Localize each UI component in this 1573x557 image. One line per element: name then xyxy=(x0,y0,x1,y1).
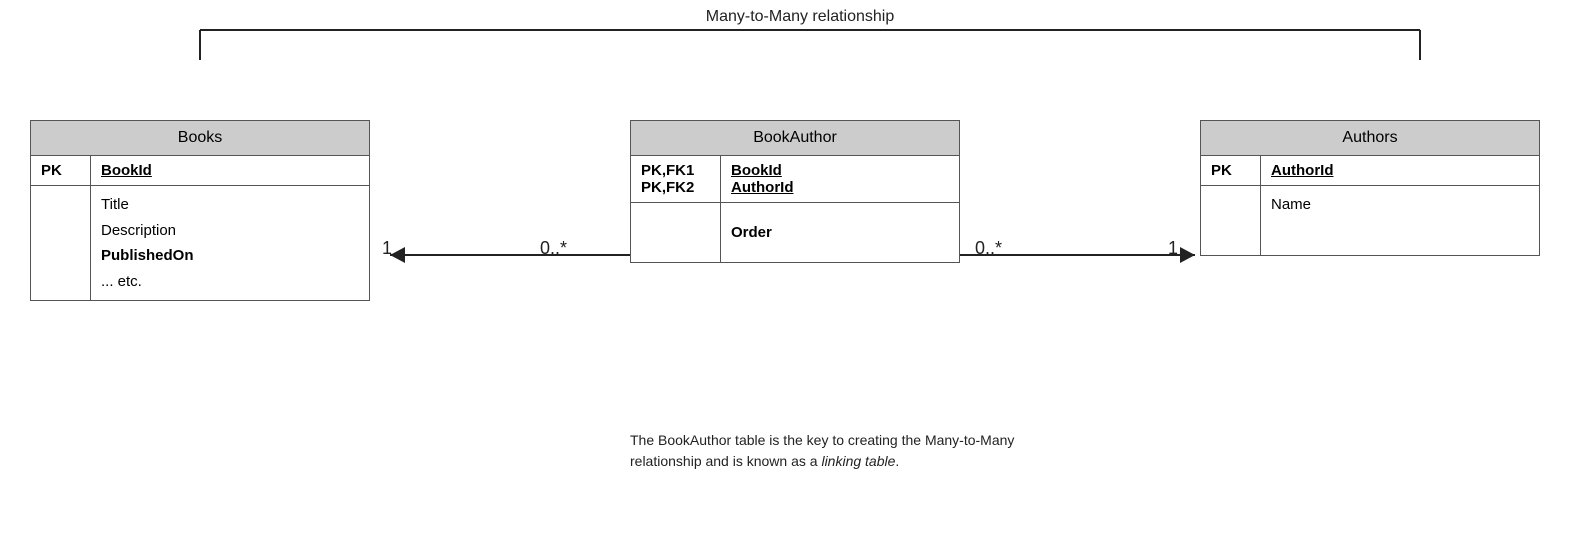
annotation-italic: linking table xyxy=(821,453,895,469)
bookid-authorid-cell: BookId AuthorId xyxy=(721,156,960,203)
diagram-container: Many-to-Many relationship Books PK BookI… xyxy=(0,0,1573,557)
table-row: Title Description PublishedOn ... etc. xyxy=(31,186,370,301)
cardinality-bookauthor-left: 0..* xyxy=(540,238,567,259)
annotation-line2: relationship and is known as a xyxy=(630,453,821,469)
authorid-main-field: AuthorId xyxy=(1271,162,1333,179)
table-row: Name xyxy=(1201,186,1540,256)
authorid-field: AuthorId xyxy=(731,179,793,196)
description-field: Description xyxy=(101,222,176,239)
relationship-label: Many-to-Many relationship xyxy=(600,8,1000,26)
bookauthor-table: BookAuthor PK,FK1 PK,FK2 BookId AuthorId… xyxy=(630,120,960,263)
annotation-line1: The BookAuthor table is the key to creat… xyxy=(630,432,1014,448)
authorid-main-cell: AuthorId xyxy=(1261,156,1540,186)
table-row: PK BookId xyxy=(31,156,370,186)
bookauthor-bookid-field: BookId xyxy=(731,162,782,179)
table-row: PK,FK1 PK,FK2 BookId AuthorId xyxy=(631,156,960,203)
annotation-text: The BookAuthor table is the key to creat… xyxy=(630,430,1230,472)
pk-fk1-label: PK,FK1 xyxy=(641,162,694,179)
cardinality-bookauthor-right: 0..* xyxy=(975,238,1002,259)
pk-label: PK xyxy=(41,162,62,179)
order-cell: Order xyxy=(721,203,960,263)
books-fields-cell: Title Description PublishedOn ... etc. xyxy=(91,186,370,301)
table-row: Order xyxy=(631,203,960,263)
empty-cell xyxy=(31,186,91,301)
books-header: Books xyxy=(31,121,370,156)
bookid-cell: BookId xyxy=(91,156,370,186)
name-cell: Name xyxy=(1261,186,1540,256)
table-row: PK AuthorId xyxy=(1201,156,1540,186)
order-field: Order xyxy=(731,224,772,241)
pk-cell-authors: PK xyxy=(1201,156,1261,186)
etc-field: ... etc. xyxy=(101,273,142,290)
empty-cell2 xyxy=(631,203,721,263)
bookid-field: BookId xyxy=(101,162,152,179)
books-table: Books PK BookId Title Description Publis… xyxy=(30,120,370,301)
empty-cell-authors xyxy=(1201,186,1261,256)
cardinality-authors-left: 1 xyxy=(1168,238,1178,259)
authors-table: Authors PK AuthorId Name xyxy=(1200,120,1540,256)
cardinality-books-right: 1 xyxy=(382,238,392,259)
authors-header: Authors xyxy=(1201,121,1540,156)
publishedon-field: PublishedOn xyxy=(101,247,194,264)
pk-label-authors: PK xyxy=(1211,162,1232,179)
annotation-line2-end: . xyxy=(895,453,899,469)
title-field: Title xyxy=(101,196,129,213)
pk-fk-cell: PK,FK1 PK,FK2 xyxy=(631,156,721,203)
pk-cell: PK xyxy=(31,156,91,186)
name-field: Name xyxy=(1271,196,1311,213)
bookauthor-header: BookAuthor xyxy=(631,121,960,156)
pk-fk2-label: PK,FK2 xyxy=(641,179,694,196)
